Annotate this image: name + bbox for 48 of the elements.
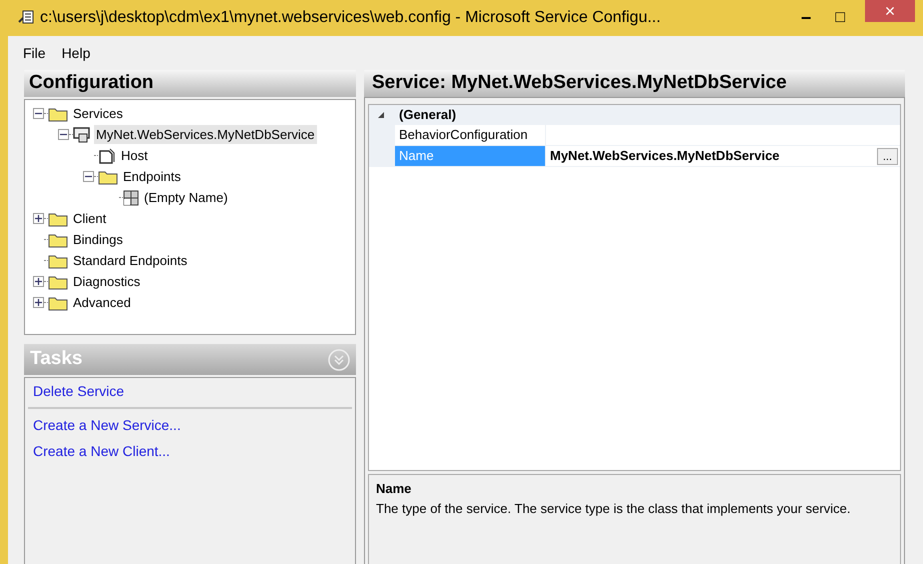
window-stack-icon: [73, 126, 91, 142]
collapse-toggle-icon[interactable]: [33, 108, 44, 119]
folder-icon: [48, 252, 68, 268]
property-value-cell[interactable]: MyNet.WebServices.MyNetDbService ...: [546, 146, 900, 167]
tree-item[interactable]: MyNet.WebServices.MyNetDbService: [94, 124, 317, 144]
collapse-triangle-icon[interactable]: [377, 111, 385, 119]
collapse-toggle-icon[interactable]: [83, 171, 94, 182]
tree-item[interactable]: Diagnostics: [71, 272, 142, 292]
tree-item[interactable]: Bindings: [71, 230, 125, 250]
grid-icon: [123, 190, 139, 206]
property-name[interactable]: BehaviorConfiguration: [395, 125, 545, 146]
expand-toggle-icon[interactable]: [33, 213, 44, 224]
tree-item[interactable]: Endpoints: [121, 166, 183, 186]
tree-item[interactable]: Services: [71, 104, 125, 124]
maximize-button[interactable]: □: [823, 10, 857, 26]
tree-item[interactable]: (Empty Name): [142, 188, 230, 208]
menu-item[interactable]: Help: [54, 42, 98, 64]
window-title: c:\users\j\desktop\cdm\ex1\mynet.webservices\web.config - Microsoft Service Configu...: [40, 8, 661, 28]
folder-icon: [48, 294, 68, 310]
menu-item[interactable]: File: [16, 42, 53, 64]
close-button[interactable]: ×: [865, 0, 915, 22]
minimize-button[interactable]: −: [788, 9, 824, 27]
task-link[interactable]: Delete Service: [28, 381, 130, 402]
tree-item[interactable]: Host: [119, 146, 150, 166]
task-link[interactable]: Create a New Client...: [28, 441, 175, 462]
documents-icon: [98, 148, 116, 164]
panel-header: Service: MyNet.WebServices.MyNetDbService: [364, 70, 905, 97]
config-file-icon: [18, 10, 34, 26]
folder-icon: [48, 210, 68, 226]
folder-icon: [48, 232, 68, 248]
tree-item[interactable]: Standard Endpoints: [71, 250, 190, 270]
category-label: (General): [399, 106, 456, 124]
tree-item[interactable]: Client: [71, 208, 108, 228]
property-value-cell[interactable]: [546, 125, 900, 146]
folder-icon: [48, 106, 68, 122]
tree-item[interactable]: Advanced: [71, 292, 133, 312]
folder-icon: [48, 274, 68, 290]
expand-toggle-icon[interactable]: [33, 276, 44, 287]
expand-toggle-icon[interactable]: [33, 297, 44, 308]
description-text: The type of the service. The service type is the class that implements your service.: [376, 500, 852, 518]
task-link[interactable]: Create a New Service...: [28, 415, 186, 436]
panel-header: Configuration: [24, 70, 356, 97]
folder-icon: [98, 168, 118, 184]
description-title: Name: [376, 480, 412, 498]
collapse-toggle-icon[interactable]: [58, 129, 69, 140]
browse-button[interactable]: ...: [876, 148, 898, 164]
tasks-title: Tasks: [30, 347, 82, 372]
property-value: MyNet.WebServices.MyNetDbService: [550, 147, 780, 166]
